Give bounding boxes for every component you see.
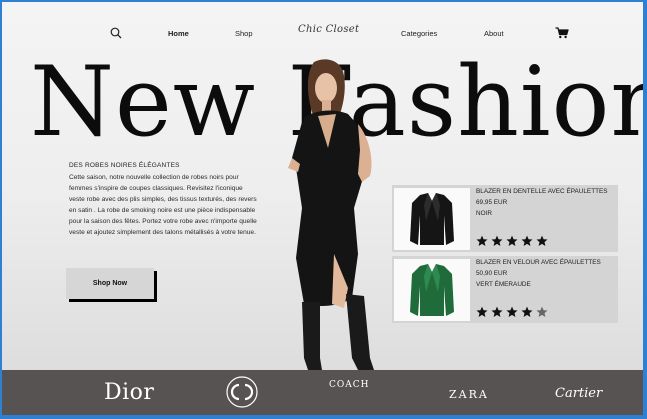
nav-home[interactable]: Home [168,29,189,38]
product-price: 50,90 EUR [476,270,508,277]
star-filled-icon [506,306,518,317]
star-filled-icon [506,235,518,246]
brand-zara[interactable]: ZARA [449,388,489,401]
product-rating [476,306,548,318]
product-rating [476,235,548,247]
brand-logo[interactable]: Chic Closet [298,24,359,35]
star-filled-icon [521,235,533,246]
star-filled-icon [491,306,503,317]
product-name: BLAZER EN DENTELLE AVEC ÉPAULETTES [476,188,608,195]
brand-coach[interactable]: COACH [329,380,370,390]
star-filled-icon [476,306,488,317]
nav-shop[interactable]: Shop [235,29,253,38]
star-filled-icon [536,235,548,246]
star-filled-icon [491,235,503,246]
description-body: Cette saison, notre nouvelle collection … [69,174,257,236]
brand-dior[interactable]: Dior [104,380,154,405]
nav-categories[interactable]: Categories [401,29,437,38]
cart-icon[interactable] [555,27,569,39]
product-card[interactable]: BLAZER EN DENTELLE AVEC ÉPAULETTES 69,95… [392,185,618,252]
brand-cartier[interactable]: Cartier [555,386,602,401]
page: Home Shop Chic Closet Categories About N… [2,2,643,415]
shop-now-button[interactable]: Shop Now [66,268,154,299]
product-name: BLAZER EN VELOUR AVEC ÉPAULETTES [476,259,601,266]
product-price: 69,95 EUR [476,199,508,206]
product-image[interactable] [394,188,470,250]
star-filled-icon [476,235,488,246]
model-image [288,59,374,370]
product-image[interactable] [394,259,470,321]
product-color: NOIR [476,210,492,217]
star-empty-icon [536,306,548,317]
description-heading: DES ROBES NOIRES ÉLÉGANTES [69,162,180,169]
nav-about[interactable]: About [484,29,504,38]
search-icon[interactable] [110,27,122,39]
green-blazer-image [410,264,454,316]
product-color: VERT ÉMERAUDE [476,281,531,288]
star-filled-icon [521,306,533,317]
chanel-logo-icon[interactable] [226,376,258,408]
brand-bar: Dior COACH ZARA Cartier [2,370,643,415]
black-blazer-image [410,193,454,245]
product-card[interactable]: BLAZER EN VELOUR AVEC ÉPAULETTES 50,90 E… [392,256,618,323]
